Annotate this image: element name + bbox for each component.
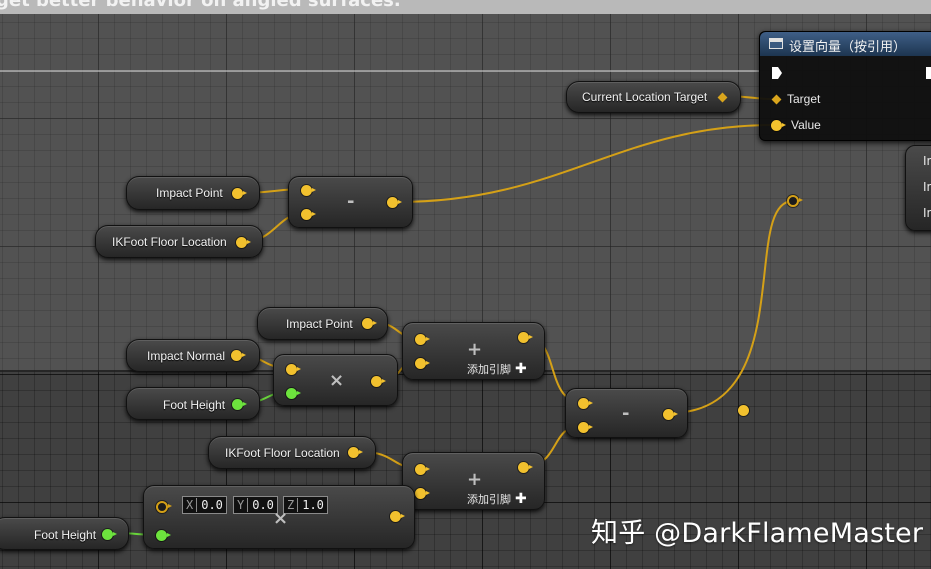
float-out-pin[interactable] bbox=[102, 529, 117, 540]
add-pin-label: 添加引脚 bbox=[467, 363, 511, 376]
impact-normal-node[interactable]: Impact Normal bbox=[126, 339, 260, 372]
foot-height-node[interactable]: Foot Height bbox=[126, 387, 260, 420]
impact-point-node[interactable]: Impact Point bbox=[257, 307, 388, 340]
add-node[interactable]: + 添加引脚 ✚ bbox=[402, 322, 545, 380]
diamond-pin-icon[interactable] bbox=[717, 92, 728, 103]
y-value-field[interactable]: Y 0.0 bbox=[233, 496, 278, 514]
vector-out-pin[interactable] bbox=[518, 462, 533, 473]
subtract-operator-label: - bbox=[347, 191, 355, 212]
foot-height-label: Foot Height bbox=[34, 528, 97, 542]
current-location-target-label: Current Location Target bbox=[582, 90, 708, 104]
vector-out-pin[interactable] bbox=[231, 350, 246, 361]
offscreen-node[interactable]: In In In bbox=[905, 145, 931, 231]
vector-in-pin-a[interactable] bbox=[301, 185, 316, 196]
impact-point-node[interactable]: Impact Point bbox=[126, 176, 260, 210]
y-axis-label: Y bbox=[234, 498, 249, 512]
input-label: In bbox=[923, 180, 931, 194]
reroute-knot-output[interactable] bbox=[787, 195, 803, 207]
vector-in-pin-a[interactable] bbox=[578, 398, 593, 409]
watermark: 知乎 @DarkFlameMaster bbox=[591, 518, 924, 549]
target-pin-label: Target bbox=[787, 92, 821, 106]
ikfoot-floor-location-node[interactable]: IKFoot Floor Location bbox=[208, 436, 376, 469]
ikfoot-floor-location-label: IKFoot Floor Location bbox=[225, 446, 340, 460]
multiply-node[interactable]: × bbox=[273, 354, 398, 406]
add-node[interactable]: + 添加引脚 ✚ bbox=[402, 452, 545, 510]
function-icon bbox=[769, 38, 783, 49]
vector-out-pin[interactable] bbox=[387, 197, 402, 208]
value-pin-label: Value bbox=[791, 118, 821, 132]
function-title: 设置向量（按引用） bbox=[789, 40, 907, 55]
current-location-target-node[interactable]: Current Location Target bbox=[566, 81, 741, 113]
add-pin-plus-icon: ✚ bbox=[515, 491, 527, 507]
add-pin-plus-icon: ✚ bbox=[515, 361, 527, 377]
ikfoot-floor-location-node[interactable]: IKFoot Floor Location bbox=[95, 225, 263, 258]
vector-out-pin[interactable] bbox=[348, 447, 363, 458]
x-value-field[interactable]: X 0.0 bbox=[182, 496, 227, 514]
x-axis-label: X bbox=[183, 498, 198, 512]
float-out-pin[interactable] bbox=[232, 399, 247, 410]
vector-in-pin-b[interactable] bbox=[415, 358, 430, 369]
multiply-operator-label: × bbox=[273, 508, 289, 529]
vector-in-pin-b[interactable] bbox=[301, 209, 316, 220]
vector-in-pin-b[interactable] bbox=[415, 488, 430, 499]
wire-subtract-to-value bbox=[397, 124, 774, 203]
function-header[interactable]: 设置向量（按引用） bbox=[760, 32, 931, 56]
subtract-node[interactable]: - bbox=[288, 176, 413, 228]
ikfoot-floor-location-label: IKFoot Floor Location bbox=[112, 235, 227, 249]
add-pin-label: 添加引脚 bbox=[467, 493, 511, 506]
vector-in-pin-a[interactable] bbox=[415, 464, 430, 475]
value-in-pin[interactable] bbox=[771, 120, 786, 131]
vector-out-pin[interactable] bbox=[390, 511, 405, 522]
foot-height-node[interactable]: Foot Height bbox=[0, 517, 129, 550]
z-value-field[interactable]: Z 1.0 bbox=[283, 496, 328, 514]
float-in-pin[interactable] bbox=[286, 388, 301, 399]
input-label: In bbox=[923, 154, 931, 168]
vector-out-pin[interactable] bbox=[663, 409, 678, 420]
vector-in-pin[interactable] bbox=[156, 501, 172, 513]
impact-point-label: Impact Point bbox=[286, 317, 353, 331]
x-value: 0.0 bbox=[201, 498, 223, 512]
float-in-pin[interactable] bbox=[156, 530, 171, 541]
z-value: 1.0 bbox=[302, 498, 324, 512]
diamond-pin-icon[interactable] bbox=[771, 94, 782, 105]
impact-point-label: Impact Point bbox=[156, 186, 223, 200]
exec-out-pin-icon[interactable] bbox=[926, 67, 931, 79]
multiply-operator-label: × bbox=[329, 370, 345, 391]
input-label: In bbox=[923, 206, 931, 220]
vector-out-pin[interactable] bbox=[232, 188, 247, 199]
foot-height-label: Foot Height bbox=[163, 398, 226, 412]
vector-out-pin[interactable] bbox=[518, 332, 533, 343]
blueprint-graph-canvas[interactable]: get better behavior on angled surfaces. … bbox=[0, 0, 931, 569]
make-vector-node[interactable]: X 0.0 Y 0.0 Z 1.0 × bbox=[143, 485, 415, 549]
add-operator-label: + bbox=[467, 469, 483, 490]
vector-in-pin-b[interactable] bbox=[578, 422, 593, 433]
vector-out-pin[interactable] bbox=[362, 318, 377, 329]
reroute-knot[interactable] bbox=[738, 405, 749, 416]
add-pin-button[interactable]: 添加引脚 ✚ bbox=[467, 361, 527, 377]
wire-subtract2-to-reroute bbox=[669, 200, 794, 414]
vector-in-pin[interactable] bbox=[286, 364, 301, 375]
vector-in-pin-a[interactable] bbox=[415, 334, 430, 345]
set-vector-by-ref-node[interactable]: 设置向量（按引用） Target Value bbox=[759, 31, 931, 141]
exec-in-pin-icon[interactable] bbox=[772, 67, 782, 79]
impact-normal-label: Impact Normal bbox=[147, 349, 226, 363]
add-pin-button[interactable]: 添加引脚 ✚ bbox=[467, 491, 527, 507]
vector-out-pin[interactable] bbox=[236, 237, 251, 248]
subtract-operator-label: - bbox=[622, 403, 630, 424]
subtract-node[interactable]: - bbox=[565, 388, 688, 438]
add-operator-label: + bbox=[467, 339, 483, 360]
vector-out-pin[interactable] bbox=[371, 376, 386, 387]
